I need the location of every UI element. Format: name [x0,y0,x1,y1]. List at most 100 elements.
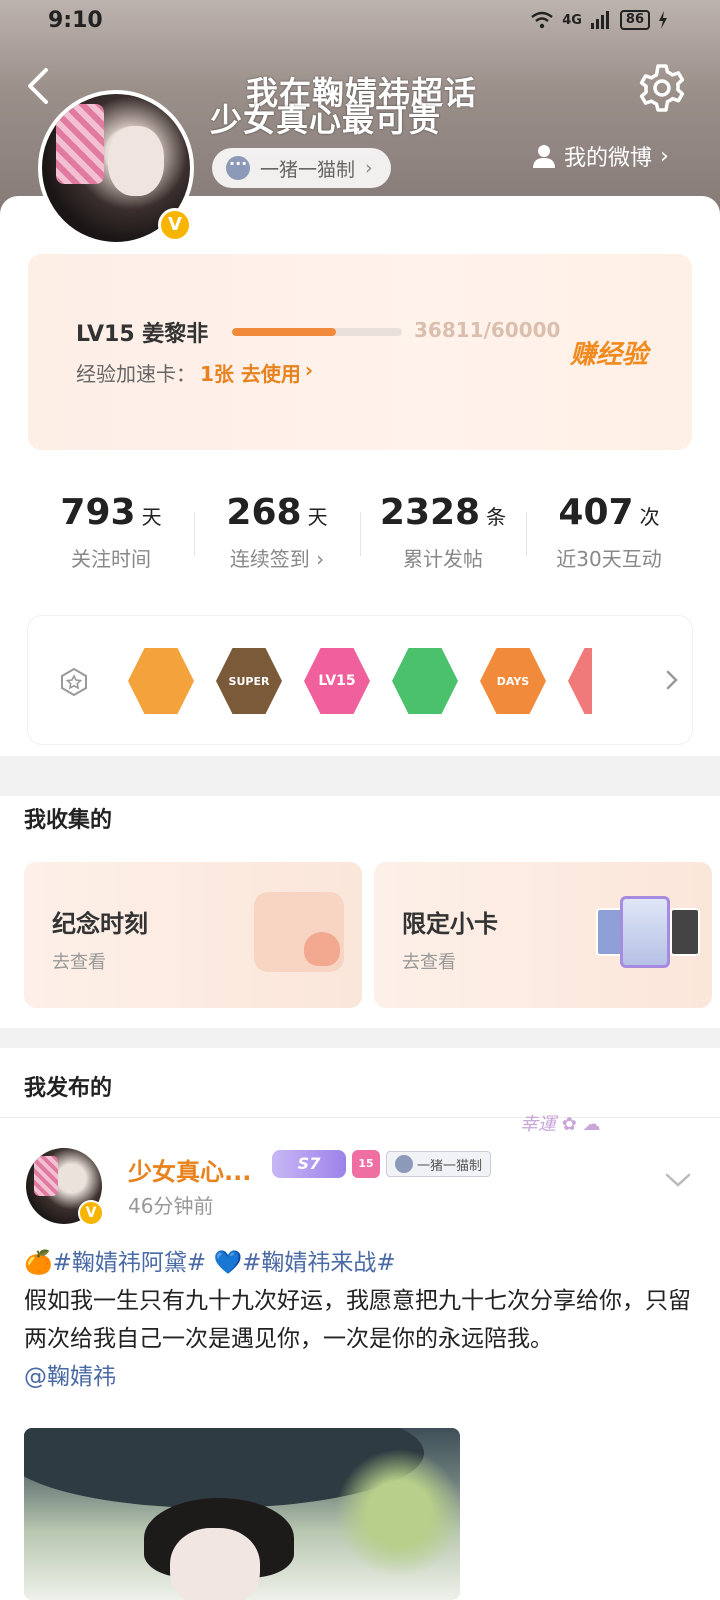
verified-badge-icon: V [158,208,192,242]
boost-card-row[interactable]: 经验加速卡： 1张 去使用 › [76,358,313,387]
badge-shape [568,648,592,714]
image-face-shape [170,1528,260,1600]
battery-indicator: 86 [619,10,650,30]
post-hashtags[interactable]: 🍊#鞠婧祎阿黛# 💙#鞠婧祎来战# [24,1244,696,1282]
chevron-left-icon [28,68,48,104]
limited-cards-card[interactable]: 限定小卡 去查看 [374,862,712,1008]
network-type: 4G [562,12,582,28]
stat-number: 268 [226,492,302,533]
section-divider [0,1028,720,1048]
heart-icon [304,932,340,966]
chat-bubble-icon [226,154,250,180]
avatar-phone-shape [34,1156,58,1196]
stat-checkin-days[interactable]: 268 天 连续签到 › [194,472,360,592]
supertopic-subtitle: 少女真心最可贵 [210,101,442,139]
posts-title: 我发布的 [24,1076,113,1101]
badge-shape [392,648,458,714]
card-title: 限定小卡 [402,910,498,938]
badge-shape [128,648,194,714]
card-title: 纪念时刻 [52,910,148,938]
posts-section: 我发布的 幸運 ✿ ☁ V 少女真心... S7 15 一猪一猫制 46分钟前 … [0,1048,720,1600]
stat-number: 793 [60,492,136,533]
stat-number: 407 [558,492,634,533]
stat-unit: 次 [639,505,660,529]
post-image[interactable] [24,1428,460,1600]
wifi-icon [531,11,553,29]
level-progress-text: 36811/60000 [414,318,561,342]
stat-interactions: 407 次 近30天互动 [526,472,692,592]
section-divider [0,776,720,796]
badge-wall-icon [61,667,87,697]
lucky-sticker-icon: 幸運 ✿ ☁ [520,1114,601,1135]
stat-label: 连续签到 › [229,547,325,571]
stat-posts: 2328 条 累计发帖 [360,472,526,592]
my-weibo-label: 我的微博 [564,146,653,171]
badges-row[interactable]: SUPER LV15 DAYS [28,616,692,744]
card-action: 去查看 [52,952,106,973]
badge-text: LV15 [318,673,356,689]
status-icons: 4G 86 [530,10,668,30]
hand-badge-icon[interactable] [392,648,458,714]
lv15-badge-icon[interactable]: LV15 [304,648,370,714]
verified-badge-icon: V [78,1200,104,1226]
maker-tag[interactable]: 一猪一猫制 [386,1151,492,1177]
level-name: LV15 姜黎非 [76,322,209,347]
gear-icon [639,64,685,112]
s7-member-badge-icon[interactable]: S7 [272,1150,346,1178]
crown-badge-icon[interactable] [128,648,194,714]
chevron-right-icon: › [365,157,373,179]
stat-follow-days: 793 天 关注时间 [28,472,194,592]
stat-value: 268 天 [194,492,360,533]
profile-card: LV15 姜黎非 36811/60000 赚经验 经验加速卡： 1张 去使用 ›… [0,196,720,756]
maker-chip[interactable]: 一猪一猫制 › [212,148,391,188]
stat-value: 2328 条 [360,492,526,533]
level-card[interactable]: LV15 姜黎非 36811/60000 赚经验 经验加速卡： 1张 去使用 › [28,254,692,450]
avatar-phone-shape [56,104,104,184]
chevron-right-icon: › [304,358,314,382]
100-days-badge-icon[interactable]: DAYS [480,648,546,714]
boost-label: 经验加速卡： [76,362,196,386]
card-action: 去查看 [402,952,456,973]
post-author-badges: S7 15 一猪一猫制 [272,1150,492,1178]
post-time: 46分钟前 [128,1194,214,1218]
chevron-right-icon[interactable] [662,668,682,692]
status-bar: 9:10 4G 86 [0,0,720,48]
stats-row: 793 天 关注时间 268 天 连续签到 › 2328 条 累计发帖 407 次 近3… [28,472,692,592]
boost-action: 1张 去使用 [200,362,301,386]
sticker-text: 幸運 [520,1114,556,1135]
collections-section: 我收集的 纪念时刻 去查看 限定小卡 去查看 [0,796,720,1028]
stat-number: 2328 [379,492,481,533]
stat-label: 近30天互动 [556,547,662,571]
badge-text: DAYS [496,674,530,688]
avatar-face-shape [108,126,164,196]
level-progress-bar [232,328,402,336]
back-button[interactable] [22,66,62,106]
level-progress-fill [232,328,337,336]
photo-card-icon [670,908,700,956]
image-leaves-shape [324,1438,460,1588]
chat-bubble-icon [395,1155,413,1173]
posts-header: 我发布的 [0,1048,720,1118]
photo-card-icon [620,896,670,968]
super-badge-icon[interactable]: SUPER [216,648,282,714]
charging-icon [659,11,667,29]
signal-icon [590,11,609,29]
stat-value: 793 天 [28,492,194,533]
stat-label: 关注时间 [71,547,151,571]
my-weibo-link[interactable]: 我的微博 › [532,140,669,172]
post-author-name[interactable]: 少女真心... [128,1152,251,1187]
post-content: 假如我一生只有九十九次好运，我愿意把九十七次分享给你，只留两次给我自己一次是遇见… [24,1288,691,1352]
stat-value: 407 次 [526,492,692,533]
partial-badge-icon[interactable] [568,648,592,714]
post-mention[interactable]: @鞠婧祎 [24,1358,696,1396]
level-gem-badge-icon[interactable]: 15 [352,1150,380,1178]
post-body: 🍊#鞠婧祎阿黛# 💙#鞠婧祎来战# 假如我一生只有九十九次好运，我愿意把九十七次… [24,1244,696,1396]
maker-chip-label: 一猪一猫制 [260,158,356,181]
stat-unit: 天 [307,505,328,529]
memorial-moments-card[interactable]: 纪念时刻 去查看 [24,862,362,1008]
status-time: 9:10 [48,8,103,33]
settings-button[interactable] [636,62,688,114]
chevron-down-icon[interactable] [664,1172,692,1188]
earn-experience-button[interactable]: 赚经验 [570,334,648,371]
badge-text: SUPER [228,674,270,688]
